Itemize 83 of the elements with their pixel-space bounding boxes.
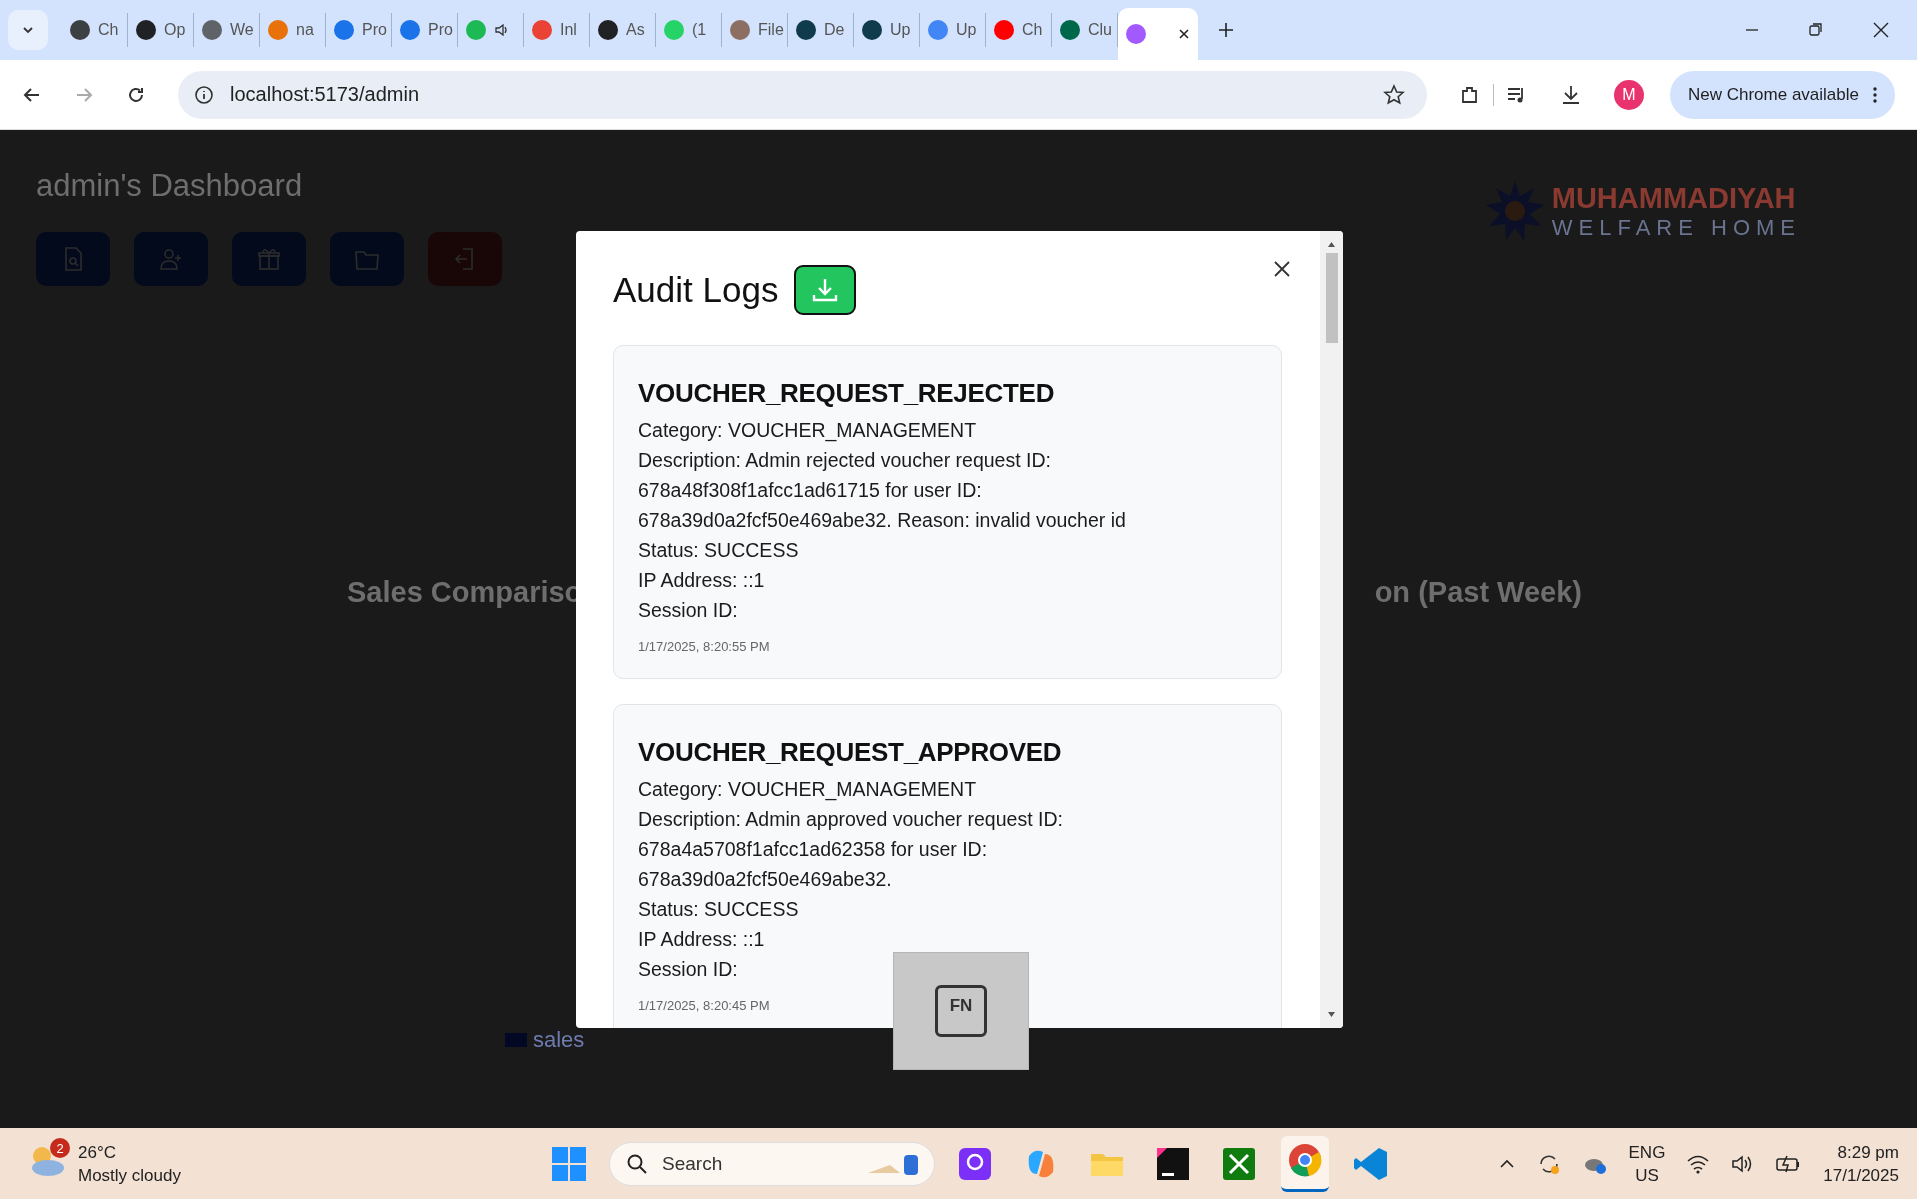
close-icon[interactable]	[1873, 22, 1889, 38]
tab-title: Inl	[560, 21, 577, 39]
address-field[interactable]: localhost:5173/admin	[178, 70, 1427, 119]
browser-tab[interactable]: Inl	[524, 13, 590, 47]
log-detail: Session ID:	[638, 598, 739, 623]
volume-icon[interactable]	[1731, 1153, 1754, 1174]
app-icon[interactable]	[957, 1145, 993, 1182]
scrollbar[interactable]	[1320, 231, 1343, 1028]
logo-subtitle: WELFARE HOME	[1551, 214, 1801, 241]
tab-title: Up	[956, 21, 977, 39]
start-icon[interactable]	[551, 1145, 587, 1182]
browser-tab[interactable]: (1	[656, 13, 722, 47]
tab-title: Ch	[98, 21, 119, 39]
browser-tab[interactable]: File	[722, 13, 788, 47]
close-icon[interactable]	[1178, 28, 1190, 40]
wifi-icon[interactable]	[1687, 1153, 1710, 1174]
logo-title: MUHAMMADIYAH	[1551, 181, 1797, 215]
tab-title: Up	[890, 21, 911, 39]
browser-tab[interactable]: Up	[920, 13, 986, 47]
tab-title: Pro	[362, 21, 387, 39]
tab-title: File	[758, 21, 784, 39]
log-detail: Category: VOUCHER_MANAGEMENT	[638, 418, 978, 444]
log-detail: IP Address: ::1	[638, 927, 766, 952]
log-detail: Status: SUCCESS	[638, 897, 800, 922]
log-detail: Status: SUCCESS	[638, 538, 800, 563]
browser-tab[interactable]: Pro	[326, 13, 392, 47]
dashboard-title: admin's Dashboard	[36, 168, 304, 204]
tab-title: Clu	[1088, 21, 1112, 39]
tab-title: De	[824, 21, 845, 39]
browser-tab[interactable]: Pro	[392, 13, 458, 47]
clock-time[interactable]: 8:29 pm	[1837, 1140, 1899, 1164]
keycap: FN	[935, 985, 987, 1037]
browser-tab[interactable]	[1118, 8, 1198, 60]
browser-tab[interactable]: Clu	[1052, 13, 1118, 47]
log-timestamp: 1/17/2025, 8:20:45 PM	[638, 998, 770, 1013]
browser-tab[interactable]: As	[590, 13, 656, 47]
language-label[interactable]: ENG	[1628, 1140, 1666, 1164]
code-editor-icon[interactable]	[1353, 1145, 1389, 1182]
tab-title: na	[296, 21, 314, 39]
browser-tab[interactable]: De	[788, 13, 854, 47]
new-tab-icon[interactable]	[1218, 22, 1234, 38]
log-detail: Session ID:	[638, 957, 739, 982]
modal-title: Audit Logs	[613, 270, 779, 310]
browser-tab[interactable]: na	[260, 13, 326, 47]
restore-icon[interactable]	[1809, 23, 1823, 37]
search-icon	[626, 1152, 648, 1175]
browser-tab[interactable]: Up	[854, 13, 920, 47]
tab-title: Pro	[428, 21, 453, 39]
download-button[interactable]	[794, 265, 857, 315]
weather-condition: Mostly cloudy	[78, 1164, 181, 1187]
close-icon[interactable]	[1273, 260, 1291, 278]
clock-date[interactable]: 17/1/2025	[1823, 1163, 1899, 1187]
browser-tab[interactable]: Ch	[62, 13, 128, 47]
info-icon[interactable]	[194, 84, 214, 105]
tab-title: We	[230, 21, 254, 39]
star-icon[interactable]	[1382, 83, 1405, 106]
profile-avatar[interactable]: M	[1613, 79, 1644, 110]
tab-title: Op	[164, 21, 186, 39]
log-action: VOUCHER_REQUEST_APPROVED	[638, 737, 1063, 768]
chrome-icon[interactable]	[1287, 1141, 1323, 1178]
tab-title: Ch	[1022, 21, 1043, 39]
battery-icon[interactable]	[1775, 1153, 1802, 1174]
log-detail: IP Address: ::1	[638, 568, 766, 593]
log-timestamp: 1/17/2025, 8:20:55 PM	[638, 639, 770, 654]
log-detail: Description: Admin approved voucher request ID: 678a4a5708f1afcc1ad62358 for user ID: 678a39d0a2fcf50e469abe32.	[638, 807, 1064, 892]
browser-tab[interactable]: We	[194, 13, 260, 47]
log-detail: Description: Admin rejected voucher request ID: 678a48f308f1afcc1ad61715 for user ID: 678a39d0a2fcf50e469abe32. Reason: invalid voucher id	[638, 448, 1127, 533]
temperature: 26°C	[78, 1141, 117, 1164]
update-button[interactable]: New Chrome available	[1669, 70, 1895, 119]
taskbar-search-field[interactable]: Search	[609, 1141, 935, 1186]
ide-icon[interactable]	[1155, 1145, 1191, 1182]
more-icon[interactable]	[1873, 86, 1877, 103]
chart-title: Sales Compariso	[347, 576, 583, 609]
tab-title: As	[626, 21, 645, 39]
log-action: VOUCHER_REQUEST_REJECTED	[638, 378, 1056, 409]
region-label[interactable]: US	[1635, 1163, 1659, 1187]
notification-badge: 2	[50, 1138, 70, 1158]
tab-title: (1	[692, 21, 707, 39]
legend-label: sales	[533, 1027, 585, 1053]
browser-tab[interactable]: Op	[128, 13, 194, 47]
browser-tab[interactable]: Ch	[986, 13, 1052, 47]
chart-title: on (Past Week)	[1374, 576, 1582, 609]
log-detail: Category: VOUCHER_MANAGEMENT	[638, 777, 978, 803]
